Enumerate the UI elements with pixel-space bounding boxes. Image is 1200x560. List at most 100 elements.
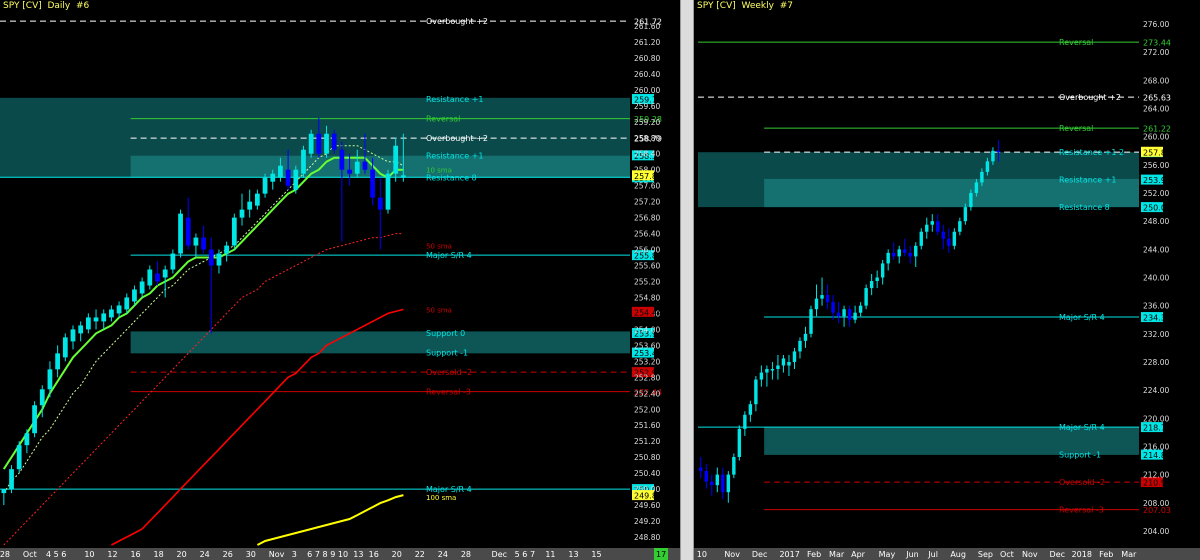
level-label: Support -1 [1059,451,1101,460]
date-label: 10 [338,550,348,559]
date-label: Oct [1000,550,1014,559]
date-label: Dec [492,550,507,559]
price-tick-label: 258.80 [634,134,660,143]
candle-body [974,182,979,194]
price-tick-label: 261.20 [634,38,660,47]
candle-body [969,193,973,208]
price-tick-label: 228.00 [1143,358,1169,367]
price-tick-label: 236.00 [1143,302,1169,311]
price-tick-label: 276.00 [1143,20,1169,29]
ma-label: 100 sma [426,494,456,502]
level-label: Support -1 [426,349,468,358]
weekly-chart-svg[interactable]: Reversal 273.44 Overbought +2 265.63 Reversa… [694,0,1200,560]
price-tick-label: 232.00 [1143,330,1169,339]
candle-body [308,133,314,154]
level-label: Major S/R 4 [426,251,472,260]
sr-zone [130,331,631,354]
candle-body [78,325,84,334]
price-tick-label: 272.00 [1143,48,1169,57]
date-label: 6 [522,550,527,559]
candle-body [278,165,283,178]
date-label: Dec [1050,550,1065,559]
level-label: Reversal -3 [426,388,471,397]
date-label: 22 [415,550,425,559]
date-label: 10 [697,550,707,559]
candle-body [47,369,53,390]
panel-splitter[interactable] [680,0,694,560]
value-box-text: 257.86 [634,172,662,181]
candle-body [316,133,322,154]
candle-body [16,445,22,470]
date-label: May [879,550,896,559]
price-tick-label: 252.40 [634,389,660,398]
price-tick-label: 255.20 [634,277,660,286]
candle-body [201,237,206,250]
price-tick-label: 212.00 [1143,471,1169,480]
candle-body [155,273,160,282]
ma-label: 50 sma [426,243,452,251]
value-box-text: 249.85 [634,492,662,501]
sma10-line [2,156,404,470]
candle-body [362,161,368,170]
candle-body [858,305,863,313]
price-tick-label: 254.00 [634,325,660,334]
candle-body [109,309,114,318]
candle-body [891,252,896,257]
candle-body [85,317,91,330]
last-date-label: 17 [656,550,666,559]
level-label: Resistance +1 2 [1059,148,1124,157]
level-value: 218.75 [1143,424,1171,433]
candle-body [842,309,846,317]
date-label: 6 [61,550,66,559]
level-label: Resistance +1 [1059,176,1116,185]
level-label: Reversal [426,115,460,124]
candle-body [116,305,122,314]
date-label: 30 [246,550,256,559]
level-value: 273.44 [1143,39,1171,48]
level-value: 250.00 [1143,204,1171,213]
candle-body [254,193,260,206]
candle-body [55,353,61,370]
value-box-text: 254.44 [634,308,662,317]
candle-body [124,297,130,310]
candle-body [952,231,957,246]
candle-body [820,295,824,299]
date-label: 20 [177,550,187,559]
price-tick-label: 250.40 [634,469,660,478]
price-tick-label: 253.60 [634,341,660,350]
price-tick-label: 252.00 [634,405,660,414]
candle-body [208,249,214,266]
candle-body [930,221,934,225]
candle-body [385,173,391,210]
candle-body [93,317,99,322]
price-tick-label: 249.20 [634,517,660,526]
candle-body [814,298,819,310]
date-label: 8 [323,550,328,559]
daily-chart-svg[interactable]: Overbought +2 261.72Resistance +1 259.77Re… [0,0,680,560]
candle-body [301,149,306,174]
price-tick-label: 244.00 [1143,245,1169,254]
ma-label: 50 sma [426,306,452,314]
candle-body [224,245,230,254]
candle-body [754,379,758,405]
candle-body [781,358,786,366]
candle-body [792,351,797,362]
candle-body [231,217,237,246]
candle-body [101,313,107,322]
candle-body [936,221,940,232]
price-tick-label: 258.40 [634,150,660,159]
candle-body [963,207,968,222]
candle-body [985,161,990,172]
date-label: 10 [84,550,94,559]
date-label: 2018 [1072,550,1092,559]
candle-body [39,389,45,406]
level-value: 214.84 [1143,451,1171,460]
candle-body [765,369,769,373]
date-label: 20 [392,550,402,559]
date-label: Mar [829,550,845,559]
date-label: 2017 [779,550,799,559]
date-label: Nov [724,550,740,559]
ma-label: 10 sma [426,167,452,175]
candle-body [798,340,802,352]
price-tick-label: 252.80 [634,373,660,382]
